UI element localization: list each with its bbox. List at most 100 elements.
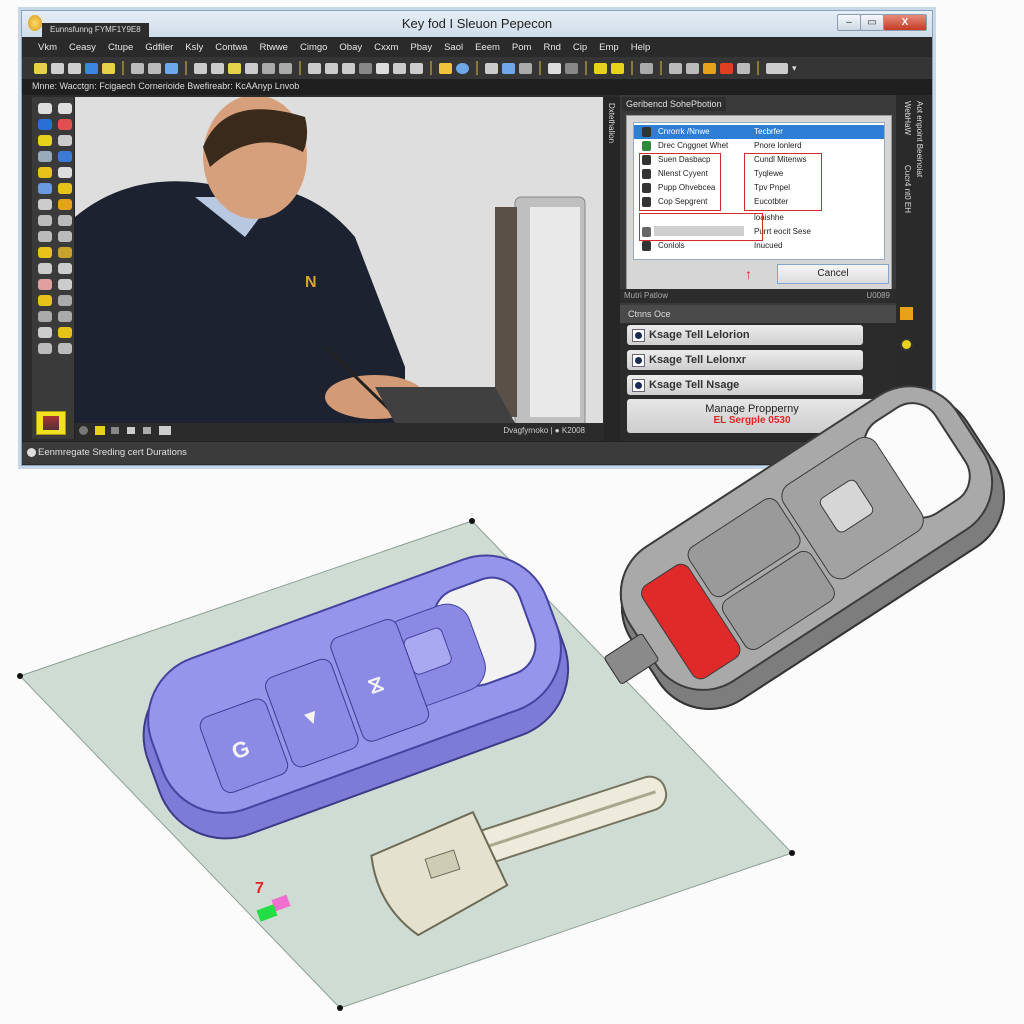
play-tool-icon[interactable] [38,247,52,258]
menu-item[interactable]: Help [625,42,657,53]
delete-icon[interactable] [720,62,733,74]
tool-icon[interactable] [58,151,72,162]
layer-icon[interactable] [900,307,913,320]
pen-icon[interactable] [393,62,406,74]
battery-icon[interactable] [519,62,532,74]
document-icon[interactable] [85,62,98,74]
plane-handle[interactable] [337,1005,343,1011]
rotate-icon[interactable] [79,426,88,435]
tool-icon[interactable] [58,295,72,306]
image-icon[interactable] [410,62,423,74]
print-icon[interactable] [165,62,178,74]
fit-icon[interactable] [127,427,135,434]
minimize-button[interactable]: – [837,14,861,31]
option-checkbox[interactable]: Ksage Tell Lelonxr [627,350,863,370]
check-icon[interactable] [376,62,389,74]
move-icon[interactable] [325,62,338,74]
list-row[interactable]: Conlols Inucued [634,239,884,253]
redo-icon[interactable] [279,62,292,74]
view-icon[interactable] [766,62,788,74]
tool-icon[interactable] [58,119,72,130]
dropdown-icon[interactable]: ▾ [792,63,805,74]
vertical-tab[interactable]: Cucr4 nt0 EH [903,165,912,213]
menu-item[interactable]: Pom [506,42,538,53]
down-arrow-icon[interactable] [342,62,355,74]
layers-icon[interactable] [485,62,498,74]
select-icon[interactable] [308,62,321,74]
camera-icon[interactable] [159,426,171,435]
undo-icon[interactable] [262,62,275,74]
note-icon[interactable] [439,62,452,74]
ungroup-icon[interactable] [611,62,624,74]
plane-handle[interactable] [469,518,475,524]
properties-icon[interactable] [737,62,750,74]
globe-icon[interactable] [456,62,469,74]
tool-icon[interactable] [58,183,72,194]
cancel-button[interactable]: Cancel [777,264,889,284]
menu-item[interactable]: Cxxm [368,42,404,53]
checkbox-icon[interactable] [632,379,645,392]
line-icon[interactable] [359,62,372,74]
tool-icon[interactable] [38,167,52,178]
tool-icon[interactable] [58,135,72,146]
tool-icon[interactable] [38,215,52,226]
tool-icon[interactable] [58,215,72,226]
menu-item[interactable]: Rtwwe [253,42,294,53]
group-icon[interactable] [594,62,607,74]
menu-item[interactable]: Ctupe [102,42,139,53]
menu-item[interactable]: Contwa [209,42,253,53]
maximize-button[interactable]: ▭ [860,14,884,31]
chart-icon[interactable] [686,62,699,74]
menu-item[interactable]: Pbay [404,42,438,53]
menu-item[interactable]: Cimgo [294,42,333,53]
menu-item[interactable]: Cip [567,42,593,53]
option-checkbox[interactable]: Ksage Tell Nsage [627,375,863,395]
tool-icon[interactable] [38,119,52,130]
tool-icon[interactable] [38,311,52,322]
tool-icon[interactable] [38,183,52,194]
mail-icon[interactable] [245,62,258,74]
vertical-tab[interactable]: WebHaW [903,101,912,135]
link-icon[interactable] [102,62,115,74]
menu-item[interactable]: Obay [333,42,368,53]
menu-item[interactable]: Rnd [537,42,566,53]
grid-toggle-icon[interactable] [143,427,151,434]
plane-handle[interactable] [17,673,23,679]
cut-icon[interactable] [194,62,207,74]
copy-icon[interactable] [131,62,144,74]
group-header[interactable]: Ctnns Oce [620,305,896,323]
zoom-icon[interactable] [111,427,119,434]
tool-icon[interactable] [38,103,52,114]
new-icon[interactable] [34,62,47,74]
manage-property-button[interactable]: Manage Propperny EL Sergple 0530 [627,399,877,433]
list-row[interactable]: Cnrorrk /Nnwe Tecbrfer [634,125,884,139]
pan-icon[interactable] [95,426,105,435]
tool-icon[interactable] [58,247,72,258]
checkbox-icon[interactable] [632,329,645,342]
tool-icon[interactable] [38,279,52,290]
export-icon[interactable] [502,62,515,74]
paint-icon[interactable] [228,62,241,74]
tool-icon[interactable] [38,199,52,210]
tool-icon[interactable] [38,151,52,162]
tool-icon[interactable] [38,231,52,242]
clipboard-icon[interactable] [211,62,224,74]
vertical-tab[interactable]: Aot enpoint Beeinoiat [915,101,924,177]
plane-handle[interactable] [789,850,795,856]
snap-icon[interactable] [703,62,716,74]
tool-icon[interactable] [58,263,72,274]
open-icon[interactable] [51,62,64,74]
record-icon[interactable] [900,338,913,351]
menu-item[interactable]: Gdfiler [139,42,179,53]
menu-item[interactable]: Ceasy [63,42,102,53]
vertical-tab[interactable]: Dxtethalion [607,103,616,143]
tool-icon[interactable] [58,343,72,354]
tool-icon[interactable] [58,231,72,242]
option-checkbox[interactable]: Ksage Tell Lelorion [627,325,863,345]
save-icon[interactable] [68,62,81,74]
check-tool-icon[interactable] [38,135,52,146]
video-viewport[interactable]: N [75,97,603,423]
menu-item[interactable]: Vkm [32,42,63,53]
trash-icon[interactable] [640,62,653,74]
tool-icon[interactable] [38,263,52,274]
